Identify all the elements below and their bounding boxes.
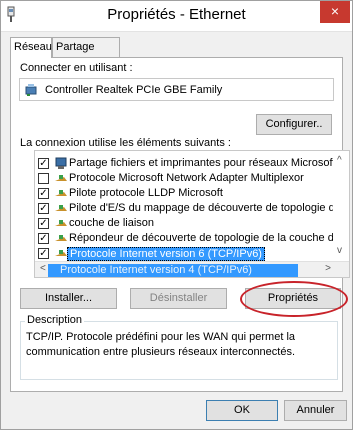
list-item[interactable]: ✓ couche de liaison	[35, 216, 335, 231]
protocol-icon	[55, 190, 67, 196]
scroll-left-icon[interactable]: <	[40, 263, 46, 274]
protocol-icon	[55, 205, 67, 211]
protocol-icon	[55, 175, 67, 181]
checkbox[interactable]: ✓	[38, 218, 49, 229]
close-button[interactable]: ×	[320, 1, 350, 23]
cancel-button[interactable]: Annuler	[284, 400, 347, 421]
properties-dialog: Propriétés - Ethernet × Réseau Partage C…	[0, 0, 353, 430]
network-card-icon	[25, 84, 37, 96]
close-icon: ×	[330, 3, 340, 19]
protocol-icon	[55, 220, 67, 226]
checkbox[interactable]: ✓	[38, 248, 49, 259]
checkbox[interactable]: ✓	[38, 158, 49, 169]
list-item-selected[interactable]: ✓ Protocole Internet version 6 (TCP/IPv6…	[35, 246, 335, 261]
tab-reseau[interactable]: Réseau	[10, 37, 52, 58]
items-list[interactable]: ✓ Partage fichiers et imprimantes pour r…	[34, 150, 350, 278]
description-group: Description TCP/IP. Protocole prédéfini …	[20, 314, 338, 380]
checkbox[interactable]: ✓	[38, 203, 49, 214]
list-item[interactable]: ✓ Pilote d'E/S du mappage de découverte …	[35, 201, 349, 216]
install-button[interactable]: Installer...	[20, 288, 117, 309]
checkbox[interactable]: ✓	[38, 188, 49, 199]
configure-button[interactable]: Configurer..	[256, 114, 332, 135]
ghost-drag-item: Protocole Internet version 4 (TCP/IPv6)	[48, 264, 298, 277]
protocol-icon	[55, 235, 67, 241]
list-item[interactable]: ✓ Partage fichiers et imprimantes pour r…	[35, 156, 336, 171]
window-title: Propriétés - Ethernet	[107, 6, 246, 23]
checkbox[interactable]: ✓	[38, 233, 49, 244]
description-text: TCP/IP. Protocole prédéfini pour les WAN…	[26, 331, 296, 358]
description-legend: Description	[25, 314, 85, 326]
scroll-up-icon[interactable]: ^	[337, 155, 342, 166]
list-item[interactable]: Protocole Microsoft Network Adapter Mult…	[35, 171, 335, 186]
title-bar[interactable]: Propriétés - Ethernet ×	[1, 1, 352, 32]
adapter-field: Controller Realtek PCIe GBE Family	[19, 78, 334, 101]
vertical-scrollbar[interactable]: ^ v	[333, 151, 349, 263]
tab-partage[interactable]: Partage	[52, 37, 120, 57]
protocol-icon	[55, 250, 67, 256]
connect-using-label: Connecter en utilisant :	[20, 62, 133, 74]
uninstall-button[interactable]: Désinstaller	[130, 288, 227, 309]
list-item[interactable]: ✓ Répondeur de découverte de topologie d…	[35, 231, 349, 246]
items-label: La connexion utilise les éléments suivan…	[20, 137, 231, 149]
network-share-icon	[55, 157, 67, 169]
adapter-name: Controller Realtek PCIe GBE Family	[45, 84, 223, 96]
list-item[interactable]: ✓ Pilote protocole LLDP Microsoft	[35, 186, 335, 201]
ok-button[interactable]: OK	[206, 400, 278, 421]
scroll-down-icon[interactable]: v	[337, 245, 342, 256]
properties-button[interactable]: Propriétés	[245, 288, 341, 309]
scroll-right-icon[interactable]: >	[325, 263, 331, 274]
checkbox[interactable]	[38, 173, 49, 184]
